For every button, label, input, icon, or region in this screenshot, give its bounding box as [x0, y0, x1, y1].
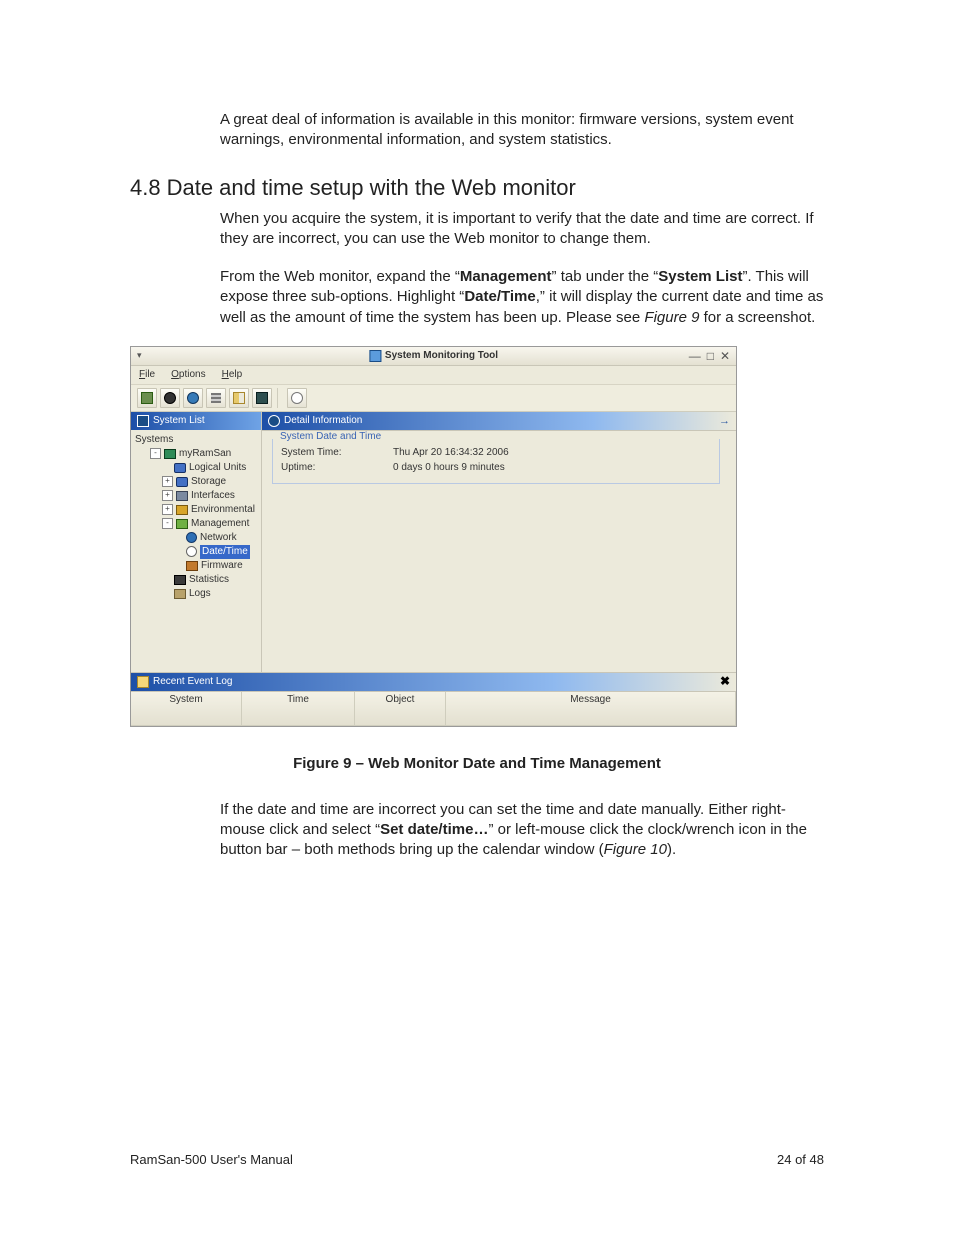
- tree-node-interfaces[interactable]: +Interfaces: [135, 489, 257, 503]
- info-icon: [268, 415, 280, 427]
- server-icon: [164, 449, 176, 459]
- menu-options[interactable]: Options: [171, 369, 205, 380]
- tree-node-environmental[interactable]: +Environmental: [135, 503, 257, 517]
- sidebar: System List Systems -myRamSan Logical Un…: [131, 412, 262, 672]
- column-system[interactable]: System: [131, 692, 242, 726]
- event-log-icon: [137, 676, 149, 688]
- tree-node-datetime[interactable]: Date/Time: [135, 545, 257, 559]
- list-icon: [137, 415, 149, 427]
- bold-management: Management: [460, 268, 552, 285]
- system-time-value: Thu Apr 20 16:34:32 2006: [393, 445, 509, 460]
- document-page: A great deal of information is available…: [0, 0, 954, 1235]
- tree-node-management[interactable]: -Management: [135, 517, 257, 531]
- environmental-icon: [176, 505, 188, 515]
- split-icon: [233, 392, 245, 404]
- system-time-label: System Time:: [281, 445, 367, 460]
- tree-node-myramsan[interactable]: -myRamSan: [135, 447, 257, 461]
- firmware-icon: [186, 561, 198, 571]
- date-time-group: System Date and Time System Time: Thu Ap…: [272, 439, 720, 484]
- bold-set-datetime: Set date/time…: [380, 821, 488, 838]
- trash-icon: [141, 392, 153, 404]
- system-tree[interactable]: Systems -myRamSan Logical Units +Storage…: [131, 430, 261, 672]
- intro-paragraph: A great deal of information is available…: [130, 110, 824, 151]
- bold-system-list: System List: [658, 268, 742, 285]
- main-panel: Detail Information → System Date and Tim…: [262, 412, 736, 672]
- toolbar-button-2[interactable]: [160, 388, 180, 408]
- menu-file[interactable]: File: [139, 369, 155, 380]
- window-titlebar[interactable]: ▾ System Monitoring Tool — □ ✕: [131, 347, 736, 366]
- detail-panel: System Date and Time System Time: Thu Ap…: [262, 431, 736, 672]
- event-log-close-icon[interactable]: ✖: [720, 674, 730, 688]
- toolbar-button-3[interactable]: [183, 388, 203, 408]
- tree-node-firmware[interactable]: Firmware: [135, 559, 257, 573]
- sidebar-header[interactable]: System List: [131, 412, 261, 430]
- figure-caption: Figure 9 – Web Monitor Date and Time Man…: [130, 755, 824, 772]
- interfaces-icon: [176, 491, 188, 501]
- network-icon: [186, 532, 197, 543]
- italic-figure-ref-10: Figure 10: [604, 841, 667, 858]
- toolbar-clock-wrench-button[interactable]: [287, 388, 307, 408]
- footer-manual-title: RamSan-500 User's Manual: [130, 1152, 293, 1167]
- event-log-title: Recent Event Log: [153, 676, 233, 687]
- group-legend: System Date and Time: [277, 431, 384, 442]
- paragraph-3: If the date and time are incorrect you c…: [130, 800, 824, 861]
- column-object[interactable]: Object: [355, 692, 446, 726]
- clock-wrench-icon: [291, 392, 303, 404]
- uptime-label: Uptime:: [281, 460, 367, 475]
- italic-figure-ref: Figure 9: [644, 309, 699, 326]
- section-number: 4.8: [130, 175, 161, 200]
- tree-node-storage[interactable]: +Storage: [135, 475, 257, 489]
- monitor-icon: [256, 392, 268, 404]
- toolbar-separator: [277, 388, 282, 408]
- column-message[interactable]: Message: [446, 692, 736, 726]
- titlebar-menu-icon[interactable]: ▾: [137, 350, 142, 361]
- event-log-header[interactable]: Recent Event Log ✖: [131, 672, 736, 691]
- tree-node-logical-units[interactable]: Logical Units: [135, 461, 257, 475]
- grid-icon: [211, 393, 221, 403]
- text: ).: [667, 841, 676, 858]
- refresh-icon: [164, 392, 176, 404]
- system-monitoring-window: ▾ System Monitoring Tool — □ ✕ File Opti…: [130, 346, 737, 727]
- detail-header[interactable]: Detail Information →: [262, 412, 736, 431]
- tree-node-network[interactable]: Network: [135, 531, 257, 545]
- footer-page-number: 24 of 48: [777, 1152, 824, 1167]
- sidebar-title: System List: [153, 415, 205, 426]
- toolbar-button-4[interactable]: [206, 388, 226, 408]
- toolbar-button-1[interactable]: [137, 388, 157, 408]
- minimize-button[interactable]: —: [689, 349, 701, 363]
- uptime-value: 0 days 0 hours 9 minutes: [393, 460, 505, 475]
- clock-icon: [186, 546, 197, 557]
- menu-bar: File Options Help: [131, 366, 736, 385]
- maximize-button[interactable]: □: [707, 349, 714, 363]
- toolbar: [131, 385, 736, 412]
- storage-icon: [176, 477, 188, 487]
- close-button[interactable]: ✕: [720, 349, 730, 363]
- page-footer: RamSan-500 User's Manual 24 of 48: [130, 1152, 824, 1167]
- text: From the Web monitor, expand the “: [220, 268, 460, 285]
- toolbar-button-5[interactable]: [229, 388, 249, 408]
- paragraph-2: From the Web monitor, expand the “Manage…: [130, 267, 824, 328]
- globe-icon: [187, 392, 199, 404]
- tree-node-logs[interactable]: Logs: [135, 587, 257, 601]
- event-log-table: System Time Object Message: [131, 691, 736, 726]
- column-time[interactable]: Time: [242, 692, 355, 726]
- bold-date-time: Date/Time: [464, 288, 535, 305]
- disk-icon: [174, 463, 186, 473]
- text: ” tab under the “: [552, 268, 659, 285]
- logs-icon: [174, 589, 186, 599]
- paragraph-1: When you acquire the system, it is impor…: [130, 209, 824, 250]
- window-title: System Monitoring Tool: [385, 350, 498, 361]
- menu-help[interactable]: Help: [222, 369, 243, 380]
- detail-title: Detail Information: [284, 415, 362, 426]
- app-icon: [369, 350, 381, 362]
- section-title: Date and time setup with the Web monitor: [167, 175, 576, 200]
- tree-node-statistics[interactable]: Statistics: [135, 573, 257, 587]
- toolbar-button-6[interactable]: [252, 388, 272, 408]
- detach-arrow-icon[interactable]: →: [719, 415, 730, 427]
- tree-root-systems[interactable]: Systems: [135, 433, 257, 447]
- statistics-icon: [174, 575, 186, 585]
- section-heading: 4.8Date and time setup with the Web moni…: [130, 175, 824, 201]
- text: for a screenshot.: [699, 309, 815, 326]
- management-icon: [176, 519, 188, 529]
